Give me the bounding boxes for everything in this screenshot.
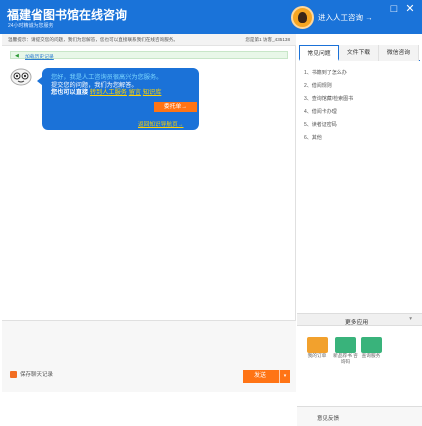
tab-downloads[interactable]: 文件下载: [339, 45, 379, 61]
bot-avatar-icon: [10, 68, 32, 86]
human-service-link[interactable]: 转到人工服务: [90, 89, 127, 96]
send-dropdown-icon[interactable]: ▾: [279, 370, 290, 383]
feedback-bar[interactable]: 意见反馈: [297, 406, 422, 426]
app-item-orders[interactable]: 我的订单: [305, 337, 329, 359]
app-item-new-books[interactable]: 新品荐书 咨询码: [333, 337, 358, 365]
title-bar: 福建省图书馆在线咨询 24小时精诚为您服务 进入人工咨询 → □ ✕: [0, 0, 422, 34]
save-icon: [10, 370, 17, 378]
agent-button[interactable]: 进入人工咨询 →: [291, 6, 373, 29]
faq-item[interactable]: 3、查询馆藏/检索图书: [304, 95, 414, 108]
window-subtitle: 24小时精诚为您服务: [8, 23, 54, 29]
tab-faq[interactable]: 常见问题: [299, 45, 339, 61]
return-link[interactable]: 返回知识导航页→: [138, 119, 184, 128]
side-panel: 常见问题 文件下载 微信咨询 1、书籍到了怎么办 2、借阅规则 3、查询馆藏/检…: [297, 34, 422, 426]
faq-item[interactable]: 6、其他: [304, 134, 414, 147]
orders-icon: [306, 337, 328, 353]
image-icon: [335, 337, 356, 353]
more-apps-bar[interactable]: 更多应用 ▾: [297, 313, 422, 326]
knowledge-link[interactable]: 知识库: [143, 89, 162, 96]
message-link[interactable]: 留言: [129, 89, 141, 96]
visitor-id: 您是第1 访客_435138: [245, 37, 290, 42]
history-link[interactable]: 加载历史记录: [25, 53, 54, 60]
save-chat-button[interactable]: 保存聊天记录: [10, 370, 53, 378]
info-text: 温馨提示：请提交您的问题，我们为您解答，您也可以直接联系我们在线咨询服务。: [8, 37, 178, 42]
image-icon: [360, 337, 382, 353]
info-bar: 温馨提示：请提交您的问题，我们为您解答，您也可以直接联系我们在线咨询服务。 您是…: [2, 34, 296, 46]
chat-panel: ◀ 加载历史记录 您好，我是人工咨询员很高兴为您服务。 提交您的问题，我们为您解…: [2, 46, 296, 320]
feedback-label: 意见反馈: [317, 416, 340, 422]
window-title: 福建省图书馆在线咨询: [7, 8, 128, 22]
options-text: 您也可以直接 转到人工服务 留言 知识库: [51, 87, 161, 96]
faq-item[interactable]: 4、借阅卡办理: [304, 108, 414, 121]
app-item-query[interactable]: 查询服务: [359, 337, 383, 359]
send-button[interactable]: 发送 ▾: [243, 370, 290, 383]
app-label: 查询服务: [361, 353, 381, 358]
tab-wechat[interactable]: 微信咨询: [379, 45, 419, 61]
faq-item[interactable]: 1、书籍到了怎么办: [304, 69, 414, 82]
history-bar[interactable]: ◀ 加载历史记录: [10, 51, 288, 60]
faq-list: 1、书籍到了怎么办 2、借阅规则 3、查询馆藏/检索图书 4、借阅卡办理 5、读…: [304, 69, 414, 147]
chevron-down-icon[interactable]: ▾: [409, 316, 412, 322]
welcome-message: 您好，我是人工咨询员很高兴为您服务。 提交您的问题，我们为您解答。 您也可以直接…: [37, 68, 199, 130]
send-label: 发送: [254, 373, 267, 379]
message-composer[interactable]: 保存聊天记录 发送 ▾: [2, 320, 296, 392]
agent-avatar: [291, 6, 314, 29]
options-prefix: 您也可以直接: [51, 89, 89, 96]
history-icon: ◀: [15, 53, 19, 59]
save-chat-label: 保存聊天记录: [20, 372, 54, 378]
faq-item[interactable]: 5、读者证密码: [304, 121, 414, 134]
faq-item[interactable]: 2、借阅规则: [304, 82, 414, 95]
more-apps-title: 更多应用: [345, 320, 369, 326]
minimize-icon[interactable]: □: [388, 4, 400, 15]
close-icon[interactable]: ✕: [404, 4, 416, 15]
entrust-button[interactable]: 委托单→: [154, 102, 197, 112]
side-tabs: 常见问题 文件下载 微信咨询: [299, 45, 420, 61]
agent-link[interactable]: 进入人工咨询 →: [318, 12, 373, 23]
app-label: 我的订单: [307, 353, 327, 358]
app-label: 新品荐书 咨询码: [333, 353, 358, 364]
